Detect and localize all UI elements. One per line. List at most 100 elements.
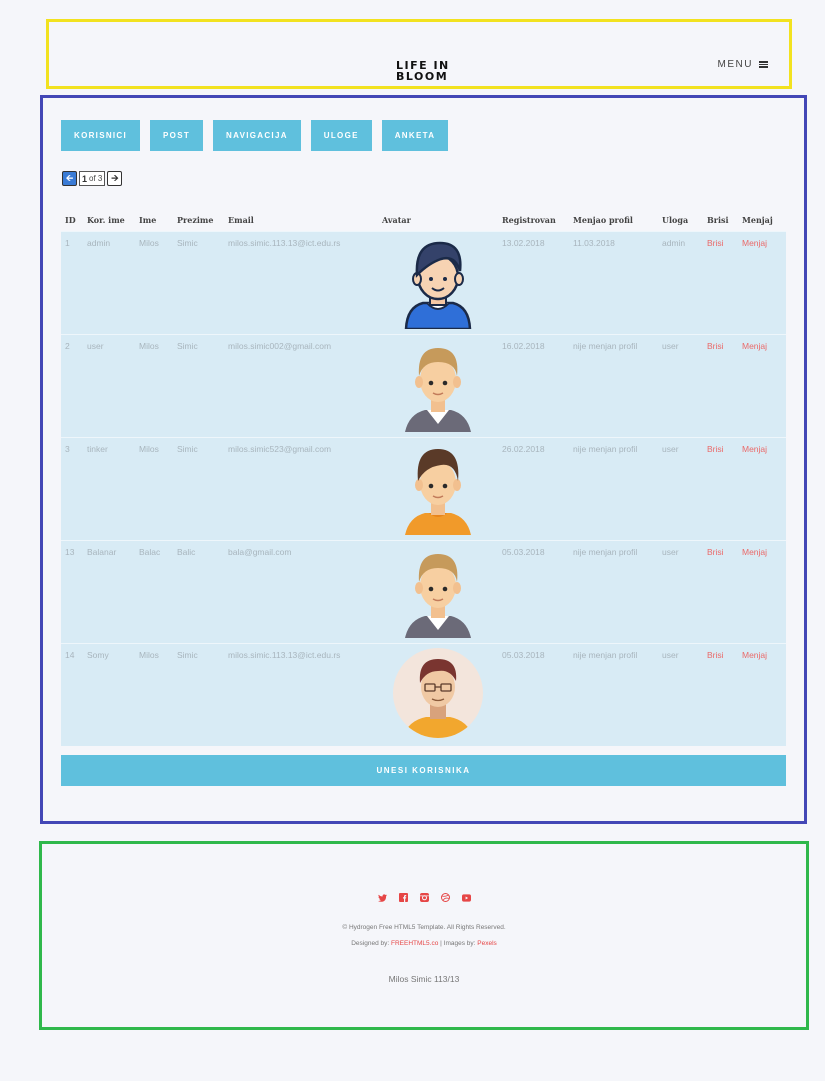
table-row: 14 Somy Milos Simic milos.simic.113.13@i…: [61, 642, 786, 746]
cell-id: 1: [61, 230, 83, 334]
table-row: 13 Balanar Balac Balic bala@gmail.com 05…: [61, 539, 786, 643]
menu-button[interactable]: MENU: [718, 59, 768, 70]
cell-last-name: Simic: [173, 333, 224, 437]
cell-id: 3: [61, 436, 83, 540]
cell-first-name: Milos: [135, 230, 173, 334]
cell-role: user: [658, 436, 703, 540]
col-id: ID: [65, 215, 76, 226]
table-row: 1 admin Milos Simic milos.simic.113.13@i…: [61, 230, 786, 334]
cell-first-name: Milos: [135, 436, 173, 540]
arrow-right-icon[interactable]: 🡪: [107, 171, 123, 186]
dribbble-icon[interactable]: [440, 893, 450, 902]
author-text: Milos Simic 113/13: [388, 974, 460, 984]
col-edit: Menjaj: [742, 215, 773, 226]
credits-line: Designed by: FREEHTML5.co | Images by: P…: [42, 940, 806, 947]
instagram-icon[interactable]: [419, 893, 429, 902]
edit-link[interactable]: Menjaj: [738, 539, 786, 643]
delete-link[interactable]: Brisi: [703, 539, 738, 643]
admin-nav: KORISNICI POST NAVIGACIJA ULOGE ANKETA: [61, 120, 449, 151]
edit-link[interactable]: Menjaj: [738, 333, 786, 437]
copyright-text: © Hydrogen Free HTML5 Template. All Righ…: [342, 924, 506, 931]
col-first-name: Ime: [139, 215, 157, 226]
edit-link[interactable]: Menjaj: [738, 642, 786, 746]
youtube-icon[interactable]: [461, 893, 471, 902]
cell-avatar: [378, 230, 498, 334]
admin-panel: KORISNICI POST NAVIGACIJA ULOGE ANKETA 🡨…: [40, 95, 807, 824]
brand-logo[interactable]: LIFE IN BLOOM: [396, 60, 456, 82]
cell-registered: 26.02.2018: [498, 436, 569, 540]
delete-link[interactable]: Brisi: [703, 333, 738, 437]
cell-email: milos.simic.113.13@ict.edu.rs: [224, 230, 378, 334]
cell-first-name: Milos: [135, 642, 173, 746]
post-button[interactable]: POST: [150, 120, 204, 151]
cell-registered: 16.02.2018: [498, 333, 569, 437]
page-indicator: 1 of 3: [79, 171, 106, 186]
navigacija-button[interactable]: NAVIGACIJA: [213, 120, 301, 151]
site-footer: © Hydrogen Free HTML5 Template. All Righ…: [39, 841, 809, 1030]
delete-link[interactable]: Brisi: [703, 642, 738, 746]
cell-modified: nije menjan profil: [569, 642, 658, 746]
avatar-image: [393, 647, 483, 738]
cell-avatar: [378, 642, 498, 746]
current-page[interactable]: 1: [82, 174, 87, 184]
cell-username: user: [83, 333, 135, 437]
cell-modified: nije menjan profil: [569, 436, 658, 540]
col-avatar: Avatar: [382, 215, 411, 226]
uloge-button[interactable]: ULOGE: [310, 120, 372, 151]
delete-link[interactable]: Brisi: [703, 436, 738, 540]
cell-username: Somy: [83, 642, 135, 746]
cell-id: 2: [61, 333, 83, 437]
avatar-image: [404, 241, 472, 329]
table-header-row: ID Kor. ime Ime Prezime Email Avatar Reg…: [61, 210, 786, 231]
anketa-button[interactable]: ANKETA: [381, 120, 449, 151]
menu-label: MENU: [717, 59, 753, 70]
cell-username: tinker: [83, 436, 135, 540]
cell-last-name: Simic: [173, 436, 224, 540]
cell-role: user: [658, 539, 703, 643]
images-prefix: | Images by:: [440, 940, 476, 947]
cell-first-name: Balac: [135, 539, 173, 643]
table-row: 2 user Milos Simic milos.simic002@gmail.…: [61, 333, 786, 437]
col-last-name: Prezime: [177, 215, 214, 226]
cell-first-name: Milos: [135, 333, 173, 437]
cell-registered: 05.03.2018: [498, 642, 569, 746]
brand-line-2: BLOOM: [396, 70, 449, 83]
table-row: 3 tinker Milos Simic milos.simic523@gmai…: [61, 436, 786, 540]
freehtml5-link[interactable]: FREEHTML5.co: [391, 940, 438, 947]
col-email: Email: [228, 215, 254, 226]
col-username: Kor. ime: [87, 215, 125, 226]
page-total: of 3: [89, 174, 103, 183]
cell-email: milos.simic.113.13@ict.edu.rs: [224, 642, 378, 746]
arrow-left-icon[interactable]: 🡨: [62, 171, 77, 186]
pagination: 🡨 1 of 3 🡪: [62, 171, 123, 186]
cell-username: Balanar: [83, 539, 135, 643]
designed-prefix: Designed by:: [351, 940, 390, 947]
korisnici-button[interactable]: KORISNICI: [61, 120, 141, 151]
cell-modified: 11.03.2018: [569, 230, 658, 334]
cell-registered: 05.03.2018: [498, 539, 569, 643]
delete-link[interactable]: Brisi: [703, 230, 738, 334]
edit-link[interactable]: Menjaj: [738, 230, 786, 334]
facebook-icon[interactable]: [398, 893, 408, 902]
edit-link[interactable]: Menjaj: [738, 436, 786, 540]
cell-registered: 13.02.2018: [498, 230, 569, 334]
cell-email: milos.simic002@gmail.com: [224, 333, 378, 437]
col-registered: Registrovan: [502, 215, 556, 226]
avatar-image: [405, 553, 471, 638]
add-user-button[interactable]: UNESI KORISNIKA: [61, 755, 786, 786]
twitter-icon[interactable]: [377, 893, 387, 902]
col-modified: Menjao profil: [573, 215, 633, 226]
cell-role: user: [658, 333, 703, 437]
cell-id: 14: [61, 642, 83, 746]
users-table: ID Kor. ime Ime Prezime Email Avatar Reg…: [61, 210, 786, 746]
col-delete: Brisi: [707, 215, 729, 226]
social-links: [42, 893, 806, 902]
site-header: LIFE IN BLOOM MENU: [46, 19, 792, 89]
cell-avatar: [378, 436, 498, 540]
cell-email: bala@gmail.com: [224, 539, 378, 643]
avatar-image: [405, 448, 471, 535]
col-role: Uloga: [662, 215, 689, 226]
cell-last-name: Simic: [173, 642, 224, 746]
cell-email: milos.simic523@gmail.com: [224, 436, 378, 540]
pexels-link[interactable]: Pexels: [477, 940, 497, 947]
